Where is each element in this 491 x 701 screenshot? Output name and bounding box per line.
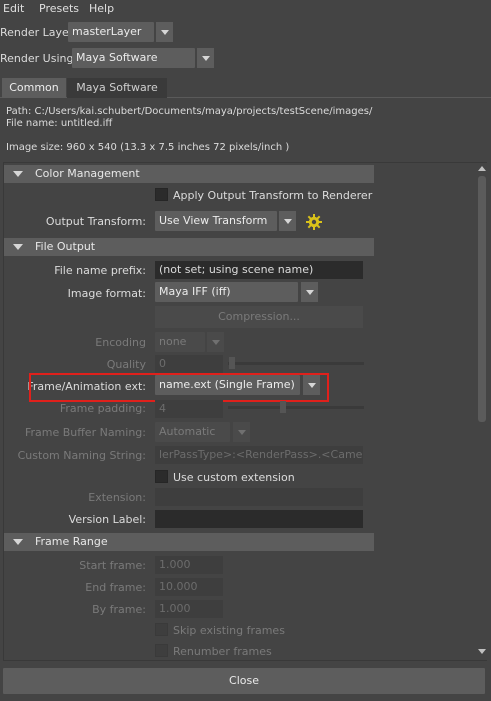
output-transform-label: Output Transform: bbox=[45, 215, 146, 228]
quality-slider-track[interactable] bbox=[228, 362, 364, 365]
menu-edit[interactable]: Edit bbox=[3, 2, 24, 15]
path-text: Path: C:/Users/kai.schubert/Documents/ma… bbox=[6, 106, 373, 117]
section-title: Color Management bbox=[35, 167, 140, 180]
start-frame-label: Start frame: bbox=[79, 559, 146, 572]
by-frame-label: By frame: bbox=[92, 603, 146, 616]
quality-label: Quality bbox=[106, 358, 146, 371]
render-layer-dropdown-arrow[interactable] bbox=[155, 22, 173, 42]
frame-buffer-naming-dropdown-arrow[interactable] bbox=[232, 422, 250, 442]
output-transform-dropdown[interactable]: Use View Transform bbox=[155, 211, 277, 231]
image-format-dropdown[interactable]: Maya IFF (iff) bbox=[155, 282, 298, 302]
collapse-triangle-icon bbox=[13, 539, 23, 545]
skip-existing-frames-checkbox[interactable] bbox=[155, 623, 168, 636]
menu-help[interactable]: Help bbox=[89, 2, 114, 15]
end-frame-label: End frame: bbox=[85, 581, 146, 594]
section-file-output[interactable]: File Output bbox=[4, 238, 374, 256]
frame-padding-label: Frame padding: bbox=[59, 402, 146, 415]
menu-bar: Edit Presets Help bbox=[0, 0, 491, 18]
frame-buffer-naming-label: Frame Buffer Naming: bbox=[24, 426, 146, 439]
render-using-dropdown-arrow[interactable] bbox=[196, 48, 214, 68]
frame-padding-slider-track[interactable] bbox=[228, 406, 364, 409]
use-custom-extension-label: Use custom extension bbox=[173, 471, 295, 484]
render-using-label: Render Using bbox=[0, 52, 74, 65]
output-transform-dropdown-arrow[interactable] bbox=[278, 211, 296, 231]
renumber-frames-checkbox[interactable] bbox=[155, 644, 168, 657]
encoding-dropdown-arrow[interactable] bbox=[206, 332, 224, 352]
menu-presets[interactable]: Presets bbox=[39, 2, 79, 15]
start-frame-field[interactable]: 1.000 bbox=[155, 556, 223, 574]
image-format-label: Image format: bbox=[67, 287, 146, 300]
render-layer-dropdown[interactable]: masterLayer bbox=[68, 22, 154, 42]
section-frame-range[interactable]: Frame Range bbox=[4, 533, 374, 551]
renumber-frames-label: Renumber frames bbox=[173, 645, 272, 658]
collapse-triangle-icon bbox=[13, 171, 23, 177]
red-highlight-box bbox=[29, 373, 329, 402]
version-label-label: Version Label: bbox=[68, 513, 146, 526]
skip-existing-frames-label: Skip existing frames bbox=[173, 624, 285, 637]
frame-padding-field[interactable]: 4 bbox=[155, 400, 223, 418]
image-format-dropdown-arrow[interactable] bbox=[300, 282, 318, 302]
frame-padding-slider-handle[interactable] bbox=[280, 401, 286, 413]
frame-buffer-naming-dropdown[interactable]: Automatic bbox=[155, 422, 230, 442]
custom-naming-string-field[interactable]: lerPassType>:<RenderPass>.<Camera> bbox=[155, 446, 363, 464]
file-name-prefix-label: File name prefix: bbox=[54, 264, 146, 277]
version-label-field[interactable] bbox=[155, 510, 363, 528]
apply-output-transform-checkbox[interactable] bbox=[155, 188, 168, 201]
scroll-down-arrow-icon[interactable] bbox=[478, 649, 486, 654]
scrollbar-thumb[interactable] bbox=[478, 176, 486, 422]
apply-output-transform-label: Apply Output Transform to Renderer bbox=[173, 189, 373, 202]
encoding-dropdown[interactable]: none bbox=[155, 332, 205, 352]
file-name-text: File name: untitled.iff bbox=[6, 118, 113, 129]
compression-button[interactable]: Compression... bbox=[155, 306, 363, 328]
gear-icon[interactable] bbox=[305, 213, 323, 231]
end-frame-field[interactable]: 10.000 bbox=[155, 578, 223, 596]
section-title: File Output bbox=[35, 240, 96, 253]
section-color-management[interactable]: Color Management bbox=[4, 165, 374, 183]
quality-field[interactable]: 0 bbox=[155, 355, 223, 373]
use-custom-extension-checkbox[interactable] bbox=[155, 470, 168, 483]
quality-slider-handle[interactable] bbox=[229, 357, 235, 369]
close-button[interactable]: Close bbox=[3, 668, 485, 694]
by-frame-field[interactable]: 1.000 bbox=[155, 600, 223, 618]
tab-common[interactable]: Common bbox=[2, 78, 66, 98]
scroll-up-arrow-icon[interactable] bbox=[478, 166, 486, 171]
tab-maya-software[interactable]: Maya Software bbox=[67, 78, 167, 98]
image-size-text: Image size: 960 x 540 (13.3 x 7.5 inches… bbox=[6, 142, 290, 153]
custom-naming-string-label: Custom Naming String: bbox=[17, 449, 146, 462]
encoding-label: Encoding bbox=[95, 336, 146, 349]
render-layer-label: Render Layer bbox=[0, 26, 74, 39]
render-using-dropdown[interactable]: Maya Software bbox=[72, 48, 195, 68]
extension-field[interactable] bbox=[155, 488, 363, 506]
file-name-prefix-field[interactable]: (not set; using scene name) bbox=[155, 261, 363, 279]
extension-label: Extension: bbox=[88, 491, 146, 504]
section-title: Frame Range bbox=[35, 535, 108, 548]
collapse-triangle-icon bbox=[13, 244, 23, 250]
